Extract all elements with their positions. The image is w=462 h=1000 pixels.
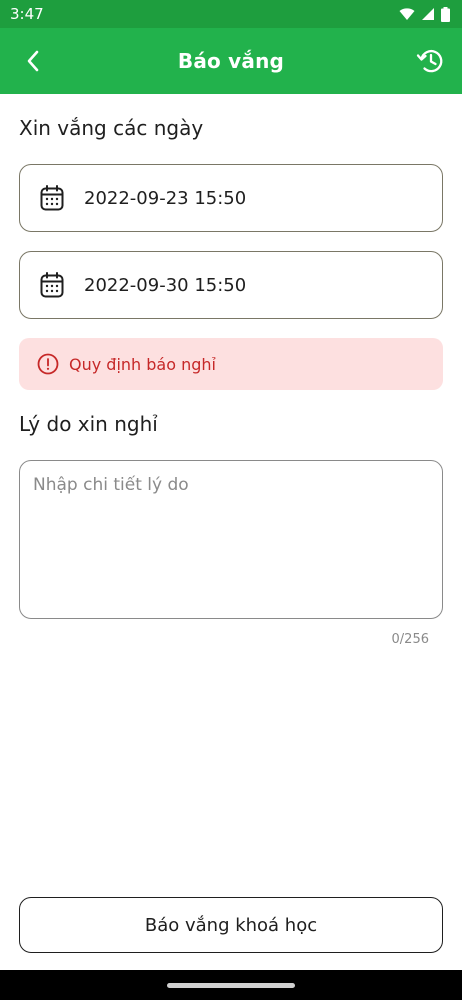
status-time: 3:47 [10, 5, 44, 23]
submit-absence-button[interactable]: Báo vắng khoá học [19, 897, 443, 953]
signal-icon [422, 8, 434, 20]
end-date-value: 2022-09-30 15:50 [84, 274, 247, 296]
history-button[interactable] [414, 44, 448, 78]
battery-icon [441, 6, 450, 22]
home-handle[interactable] [167, 982, 295, 988]
system-nav-bar [0, 970, 462, 1000]
back-button[interactable] [18, 46, 48, 76]
absence-rules-notice[interactable]: Quy định báo nghỉ [19, 338, 443, 390]
notice-text: Quy định báo nghỉ [69, 354, 216, 374]
app-bar: Báo vắng [0, 28, 462, 94]
page-title: Báo vắng [177, 49, 285, 73]
start-date-field[interactable]: 2022-09-23 15:50 [19, 164, 443, 232]
character-counter: 0/256 [391, 632, 429, 647]
calendar-icon [40, 185, 64, 211]
calendar-icon [40, 272, 64, 298]
history-icon [416, 50, 443, 73]
reason-section-label: Lý do xin nghỉ [19, 412, 158, 436]
alert-circle-icon [37, 353, 59, 375]
chevron-left-icon [27, 50, 39, 72]
reason-input[interactable] [19, 460, 443, 619]
status-bar: 3:47 [0, 0, 462, 28]
start-date-value: 2022-09-23 15:50 [84, 187, 247, 209]
end-date-field[interactable]: 2022-09-30 15:50 [19, 251, 443, 319]
status-icons [399, 6, 450, 22]
wifi-icon [399, 8, 415, 20]
dates-section-label: Xin vắng các ngày [19, 116, 204, 140]
